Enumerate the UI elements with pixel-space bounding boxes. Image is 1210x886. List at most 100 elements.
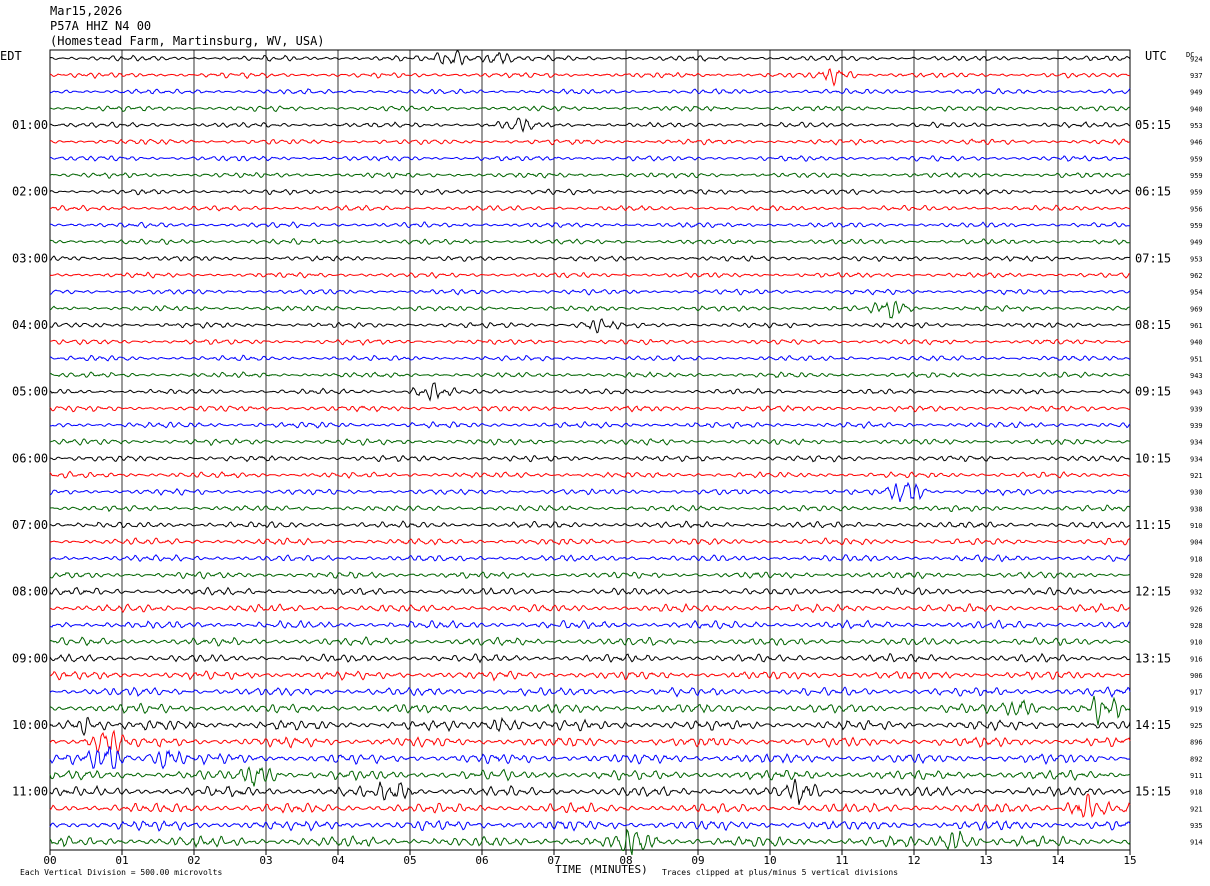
dc-offset-label: 969 xyxy=(1190,305,1203,313)
trace-row-22 xyxy=(49,420,1131,430)
dc-offset-label: 925 xyxy=(1190,722,1203,730)
edt-hour-label: 10:00 xyxy=(12,718,48,732)
x-tick-label: 01 xyxy=(115,854,128,867)
dc-offset-label: 896 xyxy=(1190,739,1203,747)
trace-row-28 xyxy=(49,520,1131,529)
dc-offset-label: 910 xyxy=(1190,639,1203,647)
trace-row-47 xyxy=(49,828,1131,856)
dc-offset-label: 914 xyxy=(1190,839,1203,847)
dc-offset-label: 949 xyxy=(1190,239,1203,247)
trace-row-33 xyxy=(49,602,1131,614)
edt-hour-label: 11:00 xyxy=(12,785,48,799)
dc-offset-label: 937 xyxy=(1190,72,1203,80)
dc-offset-label: 959 xyxy=(1190,189,1203,197)
dc-offset-label: 959 xyxy=(1190,172,1203,180)
x-tick-label: 00 xyxy=(43,854,56,867)
dc-offset-label: 961 xyxy=(1190,322,1203,330)
dc-offset-label: 921 xyxy=(1190,805,1203,813)
utc-hour-label: 09:15 xyxy=(1135,385,1171,399)
trace-row-5 xyxy=(49,138,1130,146)
trace-row-11 xyxy=(49,237,1130,246)
utc-hour-label: 15:15 xyxy=(1135,785,1171,799)
dc-offset-label: 940 xyxy=(1190,105,1203,113)
trace-row-46 xyxy=(49,819,1131,832)
dc-offset-label: 926 xyxy=(1190,605,1203,613)
plot-grid xyxy=(49,49,1131,855)
trace-row-14 xyxy=(49,288,1131,296)
edt-hour-label: 02:00 xyxy=(12,185,48,199)
utc-hour-label: 08:15 xyxy=(1135,318,1171,332)
x-tick-label: 12 xyxy=(907,854,920,867)
edt-hour-label: 03:00 xyxy=(12,251,48,265)
x-tick-label: 02 xyxy=(187,854,200,867)
seismic-traces xyxy=(49,50,1131,856)
dc-offset-label: 938 xyxy=(1190,505,1203,513)
edt-hour-label: 04:00 xyxy=(12,318,48,332)
dc-offset-label: 910 xyxy=(1190,522,1203,530)
trace-row-44 xyxy=(49,778,1131,805)
edt-hour-label: 08:00 xyxy=(12,585,48,599)
dc-offset-label: 943 xyxy=(1190,389,1203,397)
dc-offset-label: 953 xyxy=(1190,255,1203,263)
helicorder-chart: 00 01 02 03 04 05 06 07 08 09 10 11 12 13 14 1501:0002:… xyxy=(0,49,1203,877)
trace-row-10 xyxy=(49,221,1130,229)
trace-row-36 xyxy=(49,652,1131,664)
dc-offset-label: 943 xyxy=(1190,372,1203,380)
edt-hour-label: 01:00 xyxy=(12,118,48,132)
x-tick-label: 13 xyxy=(979,854,992,867)
dc-offset-label: 959 xyxy=(1190,222,1203,230)
x-tick-label: 05 xyxy=(403,854,416,867)
trace-row-21 xyxy=(49,404,1131,413)
trace-row-1 xyxy=(49,68,1130,87)
trace-row-41 xyxy=(49,729,1131,755)
utc-hour-label: 05:15 xyxy=(1135,118,1171,132)
utc-hour-label: 10:15 xyxy=(1135,451,1171,465)
utc-label: UTC xyxy=(1145,49,1167,63)
edt-hour-label: 09:00 xyxy=(12,651,48,665)
dc-offset-label: 918 xyxy=(1190,555,1203,563)
edt-label: EDT xyxy=(0,49,22,63)
trace-row-4 xyxy=(49,117,1131,133)
trace-row-39 xyxy=(49,695,1131,726)
trace-row-15 xyxy=(49,300,1131,319)
dc-offset-label: 919 xyxy=(1190,705,1203,713)
trace-row-20 xyxy=(49,382,1131,402)
dc-offset-label: 939 xyxy=(1190,422,1203,430)
edt-hour-label: 06:00 xyxy=(12,451,48,465)
trace-row-25 xyxy=(49,470,1131,479)
utc-hour-label: 11:15 xyxy=(1135,518,1171,532)
dc-offset-label: 956 xyxy=(1190,205,1203,213)
trace-row-6 xyxy=(49,155,1131,162)
edt-hour-label: 05:00 xyxy=(12,385,48,399)
trace-row-40 xyxy=(49,716,1131,737)
x-tick-label: 09 xyxy=(691,854,704,867)
x-tick-label: 15 xyxy=(1123,854,1136,867)
dc-offset-label: 949 xyxy=(1190,89,1203,97)
utc-hour-label: 06:15 xyxy=(1135,185,1171,199)
dc-offset-label: 930 xyxy=(1190,489,1203,497)
x-tick-label: 14 xyxy=(1051,854,1065,867)
trace-row-2 xyxy=(49,87,1131,95)
dc-offset-label: 946 xyxy=(1190,139,1203,147)
x-tick-label: 04 xyxy=(331,854,345,867)
dc-offset-label: 934 xyxy=(1190,439,1203,447)
footer-vertical-division: Each Vertical Division = 500.00 microvol… xyxy=(20,868,222,877)
dc-offset-label: 917 xyxy=(1190,689,1203,697)
trace-row-42 xyxy=(49,746,1131,770)
dc-offset-label: 934 xyxy=(1190,455,1203,463)
dc-offset-label: 916 xyxy=(1190,655,1203,663)
dc-offset-label: 892 xyxy=(1190,755,1203,763)
utc-hour-label: 14:15 xyxy=(1135,718,1171,732)
trace-row-3 xyxy=(49,105,1131,113)
x-axis-title: TIME (MINUTES) xyxy=(555,863,648,876)
trace-row-9 xyxy=(50,204,1131,212)
x-tick-label: 03 xyxy=(259,854,272,867)
dc-header: DC xyxy=(1186,51,1194,59)
dc-offset-label: 959 xyxy=(1190,155,1203,163)
x-tick-label: 11 xyxy=(835,854,848,867)
trace-row-12 xyxy=(49,255,1131,262)
dc-offset-label: 951 xyxy=(1190,355,1203,363)
dc-offset-label: 911 xyxy=(1190,772,1203,780)
trace-row-19 xyxy=(49,371,1131,379)
trace-row-18 xyxy=(49,354,1131,362)
